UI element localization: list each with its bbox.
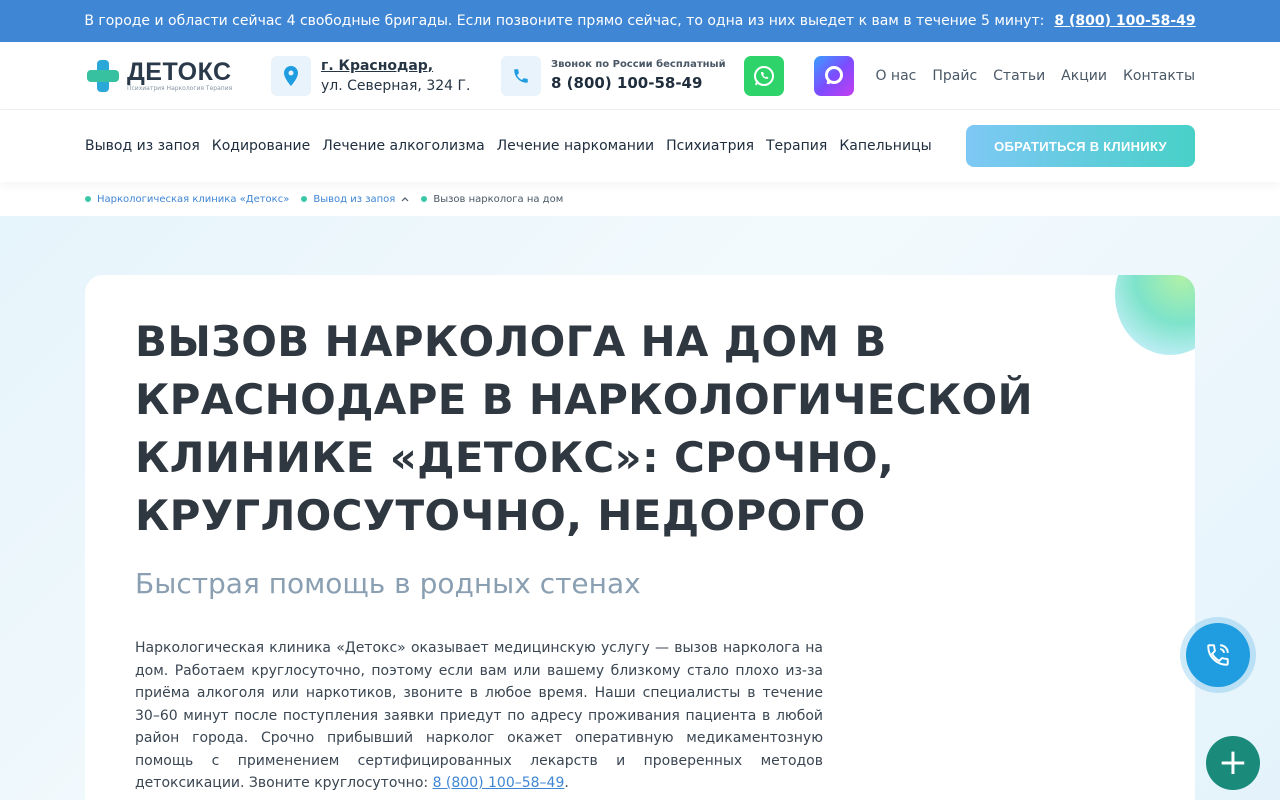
nav-alcoholism[interactable]: Лечение алкоголизма — [322, 138, 484, 154]
breadcrumb: Наркологическая клиника «Детокс» Вывод и… — [0, 182, 1280, 216]
top-nav-promotions[interactable]: Акции — [1061, 68, 1107, 84]
decorative-blob — [1115, 275, 1195, 355]
logo-cross-icon — [85, 58, 121, 94]
phone-block[interactable]: Звонок по России бесплатный 8 (800) 100-… — [501, 55, 731, 96]
header-phone-number[interactable]: 8 (800) 100-58-49 — [551, 74, 726, 92]
breadcrumb-item[interactable]: Вывод из запоя — [301, 194, 409, 205]
whatsapp-icon[interactable] — [744, 55, 784, 96]
call-icon[interactable] — [1186, 623, 1250, 687]
breadcrumb-item[interactable]: Наркологическая клиника «Детокс» — [85, 194, 289, 205]
banner-text: В городе и области сейчас 4 свободные бр… — [84, 13, 1045, 29]
page-subtitle: Быстрая помощь в родных стенах — [135, 567, 641, 600]
map-pin-icon — [271, 55, 311, 96]
max-messenger-icon[interactable] — [814, 55, 854, 96]
paragraph-phone-link[interactable]: 8 (800) 100–58–49 — [433, 775, 565, 791]
hero-section: ВЫЗОВ НАРКОЛОГА НА ДОМ В КРАСНОДАРЕ В НА… — [0, 216, 1280, 800]
plus-icon[interactable]: + — [1206, 736, 1260, 790]
nav-therapy[interactable]: Терапия — [766, 138, 827, 154]
top-nav: О нас Прайс Статьи Акции Контакты — [875, 68, 1195, 84]
top-nav-about[interactable]: О нас — [875, 68, 916, 84]
address-city[interactable]: г. Краснодар, — [321, 56, 471, 76]
contact-clinic-button[interactable]: ОБРАТИТЬСЯ В КЛИНИКУ — [966, 125, 1195, 167]
logo-name: ДЕТОКС — [127, 58, 232, 86]
intro-paragraph: Наркологическая клиника «Детокс» оказыва… — [135, 640, 823, 791]
logo-subtitle: Психиатрия Наркология Терапия — [127, 85, 233, 92]
main-nav-bar: Вывод из запоя Кодирование Лечение алког… — [0, 110, 1280, 182]
nav-drips[interactable]: Капельницы — [839, 138, 931, 154]
address-block[interactable]: г. Краснодар, ул. Северная, 324 Г. — [271, 55, 491, 96]
page-title: ВЫЗОВ НАРКОЛОГА НА ДОМ В КРАСНОДАРЕ В НА… — [135, 317, 1033, 540]
nav-coding[interactable]: Кодирование — [212, 138, 310, 154]
top-nav-contacts[interactable]: Контакты — [1123, 68, 1195, 84]
nav-drug-addiction[interactable]: Лечение наркомании — [497, 138, 654, 154]
main-nav: Вывод из запоя Кодирование Лечение алког… — [85, 138, 932, 154]
phone-icon — [501, 55, 541, 96]
header-top: ДЕТОКС Психиатрия Наркология Терапия г. … — [0, 42, 1280, 110]
chevron-up-icon — [401, 197, 409, 202]
top-nav-articles[interactable]: Статьи — [993, 68, 1045, 84]
nav-withdrawal[interactable]: Вывод из запоя — [85, 138, 200, 154]
banner-phone-link[interactable]: 8 (800) 100-58-49 — [1054, 13, 1195, 29]
address-street: ул. Северная, 324 Г. — [321, 77, 471, 94]
top-banner: В городе и области сейчас 4 свободные бр… — [0, 0, 1280, 42]
logo[interactable]: ДЕТОКС Психиатрия Наркология Терапия — [85, 58, 271, 94]
breadcrumb-current: Вызов нарколога на дом — [421, 194, 563, 205]
hero-card: ВЫЗОВ НАРКОЛОГА НА ДОМ В КРАСНОДАРЕ В НА… — [85, 275, 1195, 800]
nav-psychiatry[interactable]: Психиатрия — [666, 138, 754, 154]
phone-caption: Звонок по России бесплатный — [551, 59, 726, 70]
top-nav-price[interactable]: Прайс — [932, 68, 977, 84]
